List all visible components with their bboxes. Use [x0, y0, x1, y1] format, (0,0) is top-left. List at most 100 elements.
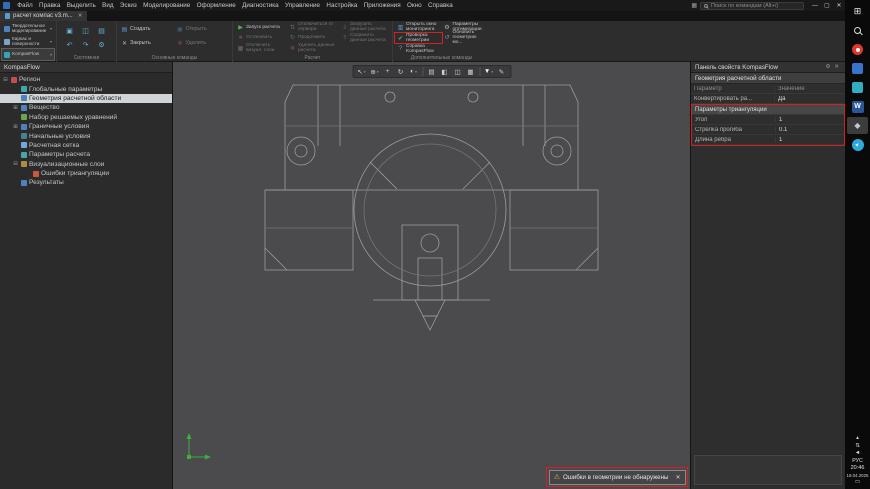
disable-layers-button[interactable]: ▦ Отключить визуал. слои: [235, 43, 287, 54]
menu-select[interactable]: Выделить: [64, 2, 99, 9]
settings-icon[interactable]: ⚙: [94, 38, 109, 51]
taskbar-app-blue-button[interactable]: [847, 60, 868, 77]
delete-calc-data-button[interactable]: ✖ Удалить данные расчета: [287, 43, 339, 54]
notification-close-icon[interactable]: ✕: [675, 474, 680, 481]
print-icon[interactable]: ▤: [94, 24, 109, 37]
layers-view[interactable]: ▤: [425, 66, 438, 77]
display-mode[interactable]: ◐▾: [407, 66, 420, 77]
filter-tool[interactable]: ▼▾: [482, 66, 495, 77]
interface-layout-icon[interactable]: ▦: [688, 2, 700, 9]
tree-item-triangulation-errors[interactable]: Ошибки триангуляции: [0, 169, 172, 178]
tree-item-mesh[interactable]: Расчетная сетка: [0, 141, 172, 150]
redo-icon[interactable]: ↷: [78, 38, 93, 51]
start-button[interactable]: ⊞: [847, 3, 868, 20]
taskbar-messenger-button[interactable]: ▸: [847, 136, 868, 153]
tab-close-icon[interactable]: ✕: [78, 13, 83, 19]
language-indicator[interactable]: РУС: [852, 458, 863, 464]
run-calculation-button[interactable]: ▶ Запуск расчета: [235, 22, 287, 33]
expand-icon[interactable]: ⊞: [12, 124, 19, 130]
menu-help[interactable]: Справка: [425, 2, 456, 9]
menu-sketch[interactable]: Эскиз: [117, 2, 140, 9]
mode-wireframe-surfaces[interactable]: Каркас и поверхности ▾: [1, 35, 55, 48]
grid-view[interactable]: ▦: [464, 66, 477, 77]
group-label-main: Основные команды: [117, 55, 232, 61]
model-viewport[interactable]: ↖▾ ⊕▾ + ↻ ◐▾ ▤ ◧ ◫ ▦ ▼▾ ✎ ⚠ Ошибки в гео…: [173, 62, 690, 489]
hide-view[interactable]: ◫: [451, 66, 464, 77]
minimize-button[interactable]: —: [809, 0, 821, 11]
gear-icon[interactable]: ⚙: [823, 64, 832, 70]
tree-item-substance[interactable]: ⊞ Вещество: [0, 103, 172, 112]
sketch-tool[interactable]: ✎: [495, 66, 508, 77]
stop-calculation-button[interactable]: ■ Остановить: [235, 33, 287, 44]
undo-icon[interactable]: ↶: [62, 38, 77, 51]
tree-item-initial-conditions[interactable]: Начальные условия: [0, 131, 172, 140]
menu-control[interactable]: Управление: [282, 2, 323, 9]
tree-panel-title: KompasFlow: [4, 64, 40, 71]
mode-kompasflow[interactable]: KompasFlow ▾: [1, 48, 55, 61]
document-tab[interactable]: расчет компас v3.m... ✕: [0, 11, 87, 21]
tree-item-region[interactable]: ⊟ Регион: [0, 75, 172, 84]
pan-tool[interactable]: +: [381, 66, 394, 77]
command-search-input[interactable]: Поиск по командам (Alt+/): [700, 2, 804, 10]
collapse-icon[interactable]: ⊟: [12, 161, 19, 167]
menu-settings[interactable]: Настройка: [323, 2, 360, 9]
menu-window[interactable]: Окно: [404, 2, 425, 9]
tree-item-equations[interactable]: Набор решаемых уравнений: [0, 113, 172, 122]
save-icon[interactable]: ◫: [78, 24, 93, 37]
network-icon[interactable]: ⇅: [855, 443, 860, 449]
tray-expand-icon[interactable]: ▴: [856, 435, 859, 441]
cad-drawing: [173, 62, 690, 489]
menu-file[interactable]: Файл: [14, 2, 36, 9]
tree-item-boundary-conditions[interactable]: ⊞ Граничные условия: [0, 122, 172, 131]
disconnect-server-button[interactable]: ⇅ Отключиться от сервера: [287, 22, 339, 33]
geometry-check-notification: ⚠ Ошибки в геометрии не обнаружены ✕: [549, 470, 686, 485]
collapse-icon[interactable]: ⊟: [2, 77, 9, 83]
property-row-angle[interactable]: Угол 1: [692, 115, 844, 125]
clock-time[interactable]: 20:46: [851, 465, 865, 471]
kompasflow-help-button[interactable]: ? Справка KompasFlow: [395, 44, 442, 54]
create-button[interactable]: ▤ Создать: [119, 22, 175, 36]
taskbar-browser-button[interactable]: [847, 41, 868, 58]
panel-close-icon[interactable]: ✕: [832, 64, 841, 70]
tree-item-geometry[interactable]: Геометрия расчетной области: [0, 94, 172, 103]
property-row-edge-length[interactable]: Длина ребра 1: [692, 135, 844, 145]
taskbar-search-button[interactable]: [847, 22, 868, 39]
tree-item-label: Визуализационные слои: [29, 161, 104, 168]
menu-modeling[interactable]: Моделирование: [140, 2, 194, 9]
delete-project-button[interactable]: ✖ Удалить: [175, 36, 231, 50]
mode-solid-modeling[interactable]: Твердотельное моделирование ▾: [1, 22, 55, 35]
close-project-button[interactable]: ✕ Закрыть: [119, 36, 175, 50]
taskbar-app-teal-button[interactable]: [847, 79, 868, 96]
maximize-button[interactable]: ▢: [821, 0, 833, 11]
menu-edit[interactable]: Правка: [36, 2, 64, 9]
clock-date[interactable]: 18.04.2025: [847, 473, 869, 478]
expand-icon[interactable]: ⊞: [12, 105, 19, 111]
orbit-tool[interactable]: ↻: [394, 66, 407, 77]
action-center-icon[interactable]: ▭: [855, 479, 860, 485]
update-geometry-button[interactable]: ↺ Обновить геометрию мо...: [442, 32, 489, 42]
close-button[interactable]: ✕: [833, 0, 845, 11]
menu-view[interactable]: Вид: [99, 2, 117, 9]
monitoring-window-button[interactable]: ▥ Открыть окно мониторинга: [395, 22, 442, 32]
taskbar-kompas-button[interactable]: ◆: [847, 117, 868, 134]
load-calc-data-button[interactable]: ⇓ Загрузить данные расчета: [339, 22, 390, 33]
tree-item-results[interactable]: Результаты: [0, 178, 172, 187]
resume-calculation-button[interactable]: ↻ Продолжить: [287, 33, 339, 44]
volume-icon[interactable]: ◄: [855, 450, 860, 456]
menu-decoration[interactable]: Оформление: [193, 2, 238, 9]
save-calc-data-button[interactable]: ⇑ Сохранить данные расчета: [339, 33, 390, 44]
tree-item-calc-params[interactable]: Параметры расчета: [0, 150, 172, 159]
taskbar-word-button[interactable]: W: [847, 98, 868, 115]
tree-item-global-params[interactable]: Глобальные параметры: [0, 84, 172, 93]
select-tool[interactable]: ↖▾: [355, 66, 368, 77]
tree-item-visual-layers[interactable]: ⊟ Визуализационные слои: [0, 160, 172, 169]
check-geometry-button[interactable]: ✔ Проверка геометрии: [395, 33, 442, 43]
zoom-tool[interactable]: ⊕▾: [368, 66, 381, 77]
property-row-convert[interactable]: Конвертировать ра... Да: [691, 94, 845, 104]
property-row-deflection[interactable]: Стрелка прогиба 0.1: [692, 125, 844, 135]
menu-diagnostics[interactable]: Диагностика: [239, 2, 282, 9]
open-icon[interactable]: ▣: [62, 24, 77, 37]
menu-applications[interactable]: Приложения: [361, 2, 404, 9]
section-view[interactable]: ◧: [438, 66, 451, 77]
open-project-button[interactable]: ▣ Открыть: [175, 22, 231, 36]
